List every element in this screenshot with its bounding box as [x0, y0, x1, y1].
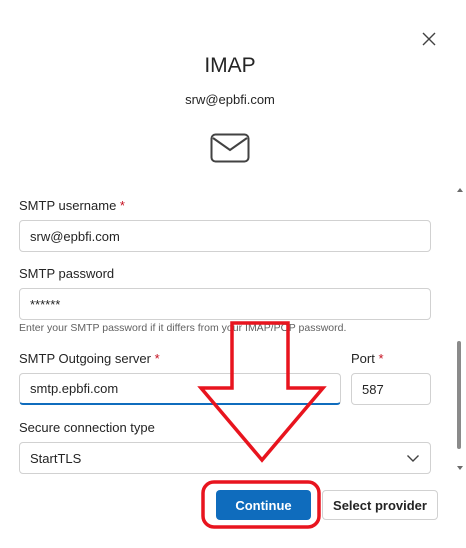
imap-settings-dialog: IMAP srw@epbfi.com SMTP username * srw@e… — [0, 0, 466, 548]
smtp-server-label-text: SMTP Outgoing server — [19, 351, 151, 366]
scroll-down-arrow-icon[interactable] — [456, 464, 464, 472]
close-button[interactable] — [420, 30, 438, 48]
select-provider-button[interactable]: Select provider — [322, 490, 438, 520]
smtp-password-hint: Enter your SMTP password if it differs f… — [19, 322, 347, 334]
port-value: 587 — [362, 381, 384, 397]
smtp-password-label: SMTP password — [19, 266, 115, 281]
smtp-username-label: SMTP username * — [19, 198, 125, 213]
required-mark: * — [154, 351, 160, 366]
secure-connection-value: StartTLS — [30, 450, 82, 466]
smtp-server-value: smtp.epbfi.com — [30, 381, 119, 396]
smtp-server-input[interactable]: smtp.epbfi.com — [19, 373, 341, 405]
chevron-down-icon — [407, 455, 419, 462]
smtp-username-input[interactable]: srw@epbfi.com — [19, 220, 431, 252]
smtp-password-input[interactable]: ****** — [19, 288, 431, 320]
mail-icon — [210, 133, 250, 163]
account-email: srw@epbfi.com — [185, 92, 275, 107]
continue-button[interactable]: Continue — [216, 490, 311, 520]
secure-connection-label: Secure connection type — [19, 420, 155, 435]
smtp-username-value: srw@epbfi.com — [30, 228, 120, 244]
close-icon — [422, 32, 436, 46]
smtp-username-label-text: SMTP username — [19, 198, 117, 213]
port-label: Port * — [351, 351, 384, 366]
scrollbar[interactable] — [456, 186, 464, 476]
port-input[interactable]: 587 — [351, 373, 431, 405]
smtp-password-value: ****** — [30, 296, 61, 312]
scroll-up-arrow-icon[interactable] — [456, 186, 464, 194]
secure-connection-select[interactable]: StartTLS — [19, 442, 431, 474]
required-mark: * — [119, 198, 125, 213]
smtp-server-label: SMTP Outgoing server * — [19, 351, 160, 366]
scroll-thumb[interactable] — [457, 341, 461, 449]
port-label-text: Port — [351, 351, 375, 366]
required-mark: * — [378, 351, 384, 366]
dialog-title: IMAP — [204, 54, 256, 77]
